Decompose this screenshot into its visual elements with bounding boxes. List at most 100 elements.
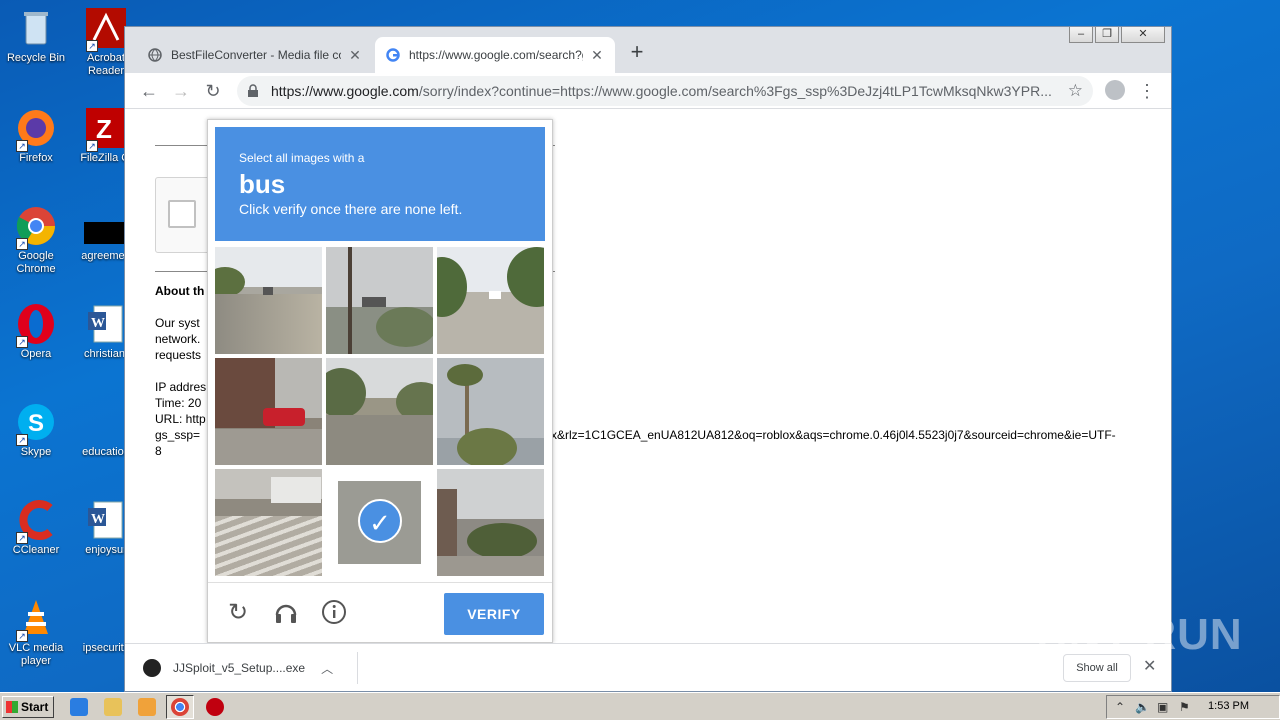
recycle-bin-icon bbox=[14, 6, 58, 50]
tab-close-icon[interactable]: ✕ bbox=[347, 47, 363, 64]
opera-icon: ↗ bbox=[14, 302, 58, 348]
ie-icon[interactable] bbox=[70, 698, 88, 716]
challenge-footer: ↻ VERIFY bbox=[208, 582, 552, 642]
word-document-icon: W bbox=[84, 302, 128, 346]
svg-text:W: W bbox=[91, 512, 105, 527]
para-line: network. bbox=[155, 332, 201, 346]
opera-icon[interactable] bbox=[206, 698, 224, 716]
shortcut-arrow-icon: ↗ bbox=[16, 630, 28, 642]
captcha-tile[interactable] bbox=[437, 247, 544, 354]
action-center-flag-icon[interactable]: ⚑ bbox=[1179, 700, 1190, 714]
opera-shortcut[interactable]: ↗ Opera bbox=[0, 302, 72, 361]
globe-icon bbox=[147, 47, 163, 63]
start-button[interactable]: Start bbox=[2, 696, 54, 718]
url-line: URL: http bbox=[155, 412, 206, 426]
volume-icon[interactable]: 🔈 bbox=[1135, 700, 1150, 714]
tab-bestfileconverter[interactable]: BestFileConverter - Media file conver ✕ bbox=[137, 37, 373, 73]
taskbar: Start ⌃ 🔈 ▣ ⚑ 1:53 PM bbox=[0, 692, 1280, 720]
challenge-header: Select all images with a bus Click verif… bbox=[215, 127, 545, 241]
captcha-tile[interactable] bbox=[437, 358, 544, 465]
lock-icon bbox=[247, 84, 261, 98]
recycle-bin-shortcut[interactable]: Recycle Bin bbox=[0, 6, 72, 65]
profile-avatar[interactable] bbox=[1105, 80, 1125, 100]
para-line: Our syst bbox=[155, 316, 200, 330]
firefox-shortcut[interactable]: ↗ Firefox bbox=[0, 106, 72, 165]
svg-text:Z: Z bbox=[96, 114, 112, 144]
url-path: /sorry/index?continue=https://www.google… bbox=[418, 83, 1052, 99]
captcha-tile[interactable] bbox=[215, 358, 322, 465]
ip-address-line: IP addres bbox=[155, 380, 207, 394]
exe-file-icon bbox=[143, 659, 161, 677]
verify-button[interactable]: VERIFY bbox=[444, 593, 544, 635]
url-line-wrap: 8 bbox=[155, 444, 162, 458]
url-line-cont: gs_ssp= bbox=[155, 428, 201, 442]
shortcut-arrow-icon: ↗ bbox=[16, 434, 28, 446]
svg-text:S: S bbox=[28, 410, 44, 437]
back-button[interactable]: ← bbox=[137, 79, 161, 103]
vlc-cone-icon: ↗ bbox=[14, 596, 58, 642]
restore-button[interactable]: ❐ bbox=[1095, 27, 1119, 43]
tray-expand-icon[interactable]: ⌃ bbox=[1115, 700, 1125, 714]
skype-shortcut[interactable]: S ↗ Skype bbox=[0, 400, 72, 459]
tab-close-icon[interactable]: ✕ bbox=[589, 47, 605, 64]
new-tab-button[interactable]: + bbox=[625, 41, 649, 65]
challenge-hint: Click verify once there are none left. bbox=[239, 201, 463, 217]
recaptcha-checkbox[interactable] bbox=[168, 200, 196, 228]
reload-button[interactable]: ↻ bbox=[201, 79, 225, 103]
chrome-window: ‒ ❐ ✕ BestFileConverter - Media file con… bbox=[124, 26, 1172, 692]
divider bbox=[357, 652, 358, 684]
captcha-tile-selected[interactable]: ✓ bbox=[326, 469, 433, 576]
captcha-tile[interactable] bbox=[326, 247, 433, 354]
forward-button[interactable]: → bbox=[169, 79, 193, 103]
window-close-button[interactable]: ✕ bbox=[1121, 27, 1165, 43]
google-g-icon bbox=[385, 47, 401, 63]
reload-challenge-icon[interactable]: ↻ bbox=[224, 599, 252, 627]
challenge-target: bus bbox=[239, 169, 286, 199]
checkmark-icon: ✓ bbox=[358, 499, 402, 543]
chrome-shortcut[interactable]: ↗ Google Chrome bbox=[0, 204, 72, 276]
windows-flag-icon bbox=[6, 701, 18, 713]
file-icon bbox=[84, 400, 128, 444]
minimize-button[interactable]: ‒ bbox=[1069, 27, 1093, 43]
chrome-icon bbox=[171, 698, 189, 716]
explorer-icon[interactable] bbox=[104, 698, 122, 716]
download-item[interactable]: JJSploit_v5_Setup....exe ︿ bbox=[143, 654, 333, 682]
start-label: Start bbox=[21, 700, 49, 714]
network-icon[interactable]: ▣ bbox=[1157, 700, 1168, 714]
image-grid: ✓ bbox=[215, 247, 545, 576]
anyrun-watermark: ANY RUN bbox=[1036, 610, 1243, 659]
url-line-tail: x&rlz=1C1GCEA_enUA812UA812&oq=roblox&aqs… bbox=[551, 428, 1116, 442]
headphones-icon[interactable] bbox=[272, 599, 300, 627]
time-line: Time: 20 bbox=[155, 396, 202, 410]
page-content: About th Our syst network. requests IP a… bbox=[125, 109, 1171, 643]
shortcut-arrow-icon: ↗ bbox=[16, 140, 28, 152]
tab-strip: ‒ ❐ ✕ BestFileConverter - Media file con… bbox=[125, 27, 1171, 73]
info-icon[interactable] bbox=[320, 599, 348, 627]
filezilla-icon: Z ↗ bbox=[84, 106, 128, 152]
window-controls: ‒ ❐ ✕ bbox=[1069, 27, 1165, 43]
media-player-icon[interactable] bbox=[138, 698, 156, 716]
skype-icon: S ↗ bbox=[14, 400, 58, 446]
challenge-instruction: Select all images with a bbox=[239, 151, 365, 165]
ccleaner-shortcut[interactable]: ↗ CCleaner bbox=[0, 498, 72, 557]
taskbar-chrome-button[interactable] bbox=[166, 695, 194, 719]
captcha-tile[interactable] bbox=[437, 469, 544, 576]
vlc-shortcut[interactable]: ↗ VLC media player bbox=[0, 596, 72, 668]
chrome-menu-icon[interactable]: ⋮ bbox=[1137, 79, 1157, 103]
address-bar[interactable]: https://www.google.com/sorry/index?conti… bbox=[237, 76, 1093, 106]
para-line: requests bbox=[155, 348, 202, 362]
black-file-icon bbox=[84, 204, 128, 248]
chrome-icon: ↗ bbox=[14, 204, 58, 250]
firefox-icon: ↗ bbox=[14, 106, 58, 152]
url-domain: https://www.google.com bbox=[271, 83, 419, 99]
captcha-tile[interactable] bbox=[215, 247, 322, 354]
tab-google-search[interactable]: https://www.google.com/search?gs_ ✕ bbox=[375, 37, 615, 73]
chevron-up-icon[interactable]: ︿ bbox=[321, 660, 333, 677]
bookmark-star-icon[interactable]: ☆ bbox=[1068, 81, 1083, 101]
captcha-tile[interactable] bbox=[326, 358, 433, 465]
captcha-tile[interactable] bbox=[215, 469, 322, 576]
tab-title: BestFileConverter - Media file conver bbox=[171, 48, 341, 62]
ccleaner-icon: ↗ bbox=[14, 498, 58, 544]
browser-toolbar: ← → ↻ https://www.google.com/sorry/index… bbox=[125, 73, 1171, 109]
shortcut-arrow-icon: ↗ bbox=[16, 532, 28, 544]
